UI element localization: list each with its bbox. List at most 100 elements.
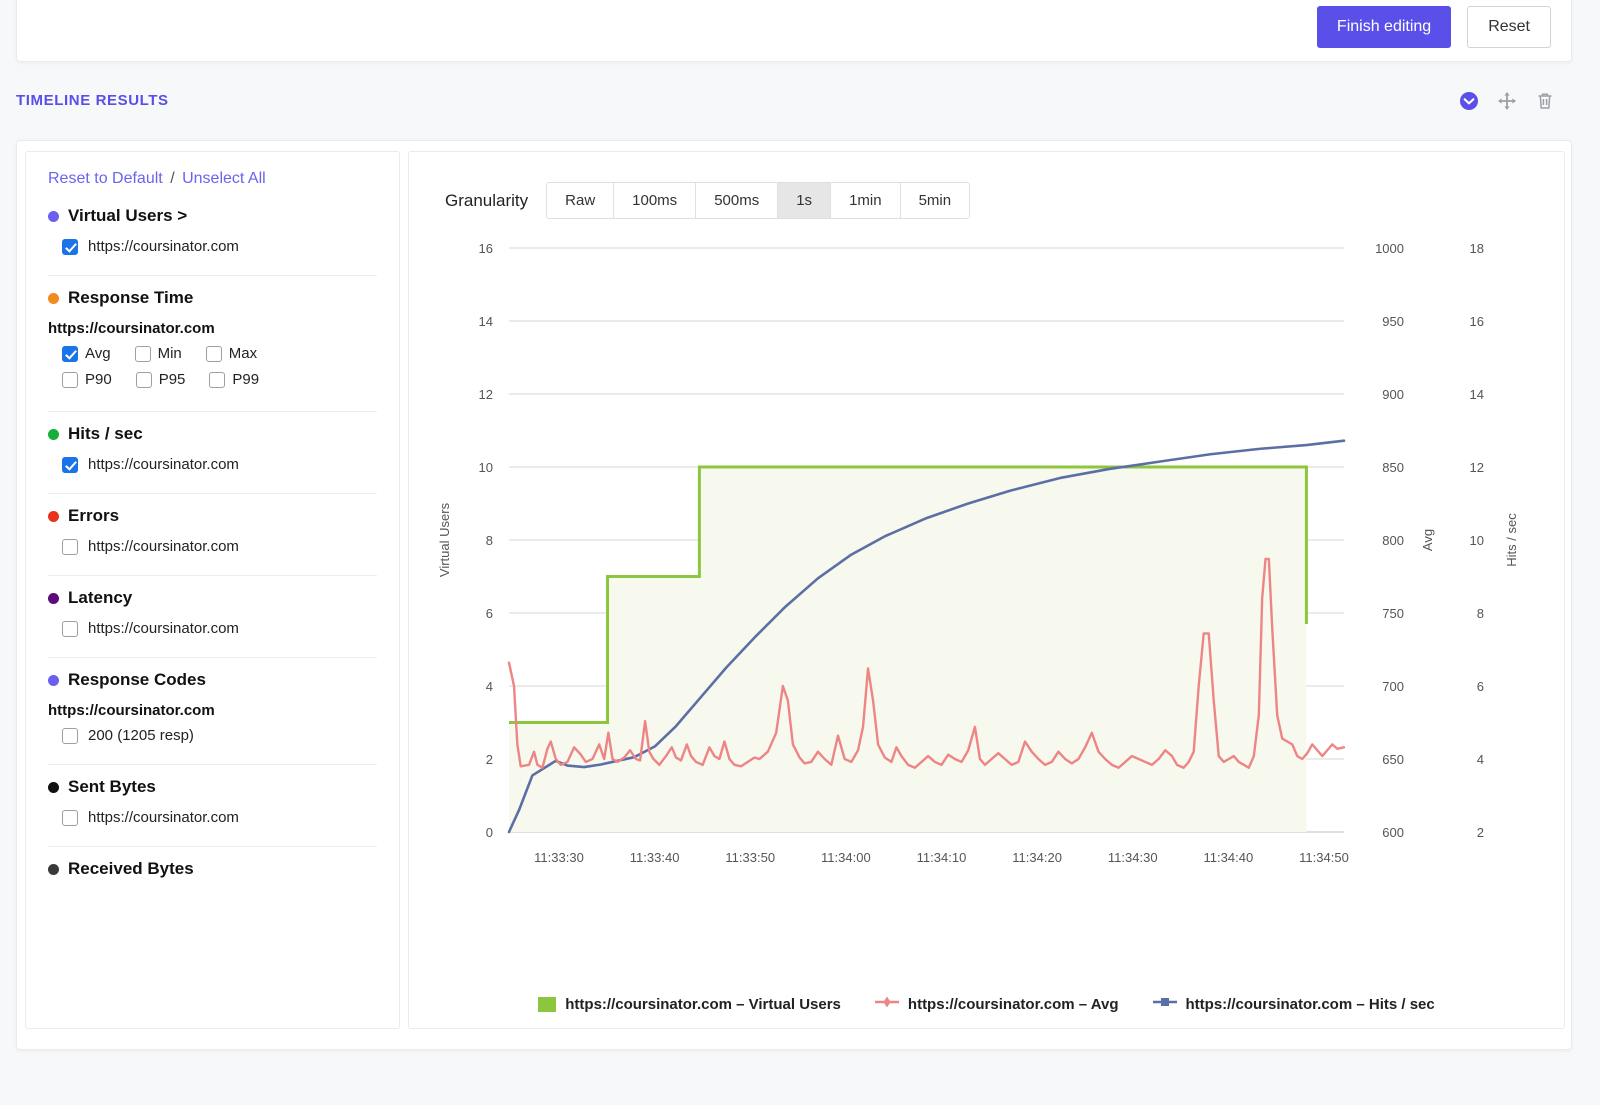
list-item-label: P95 — [158, 371, 186, 388]
legend-item-virtual-users[interactable]: https://coursinator.com – Virtual Users — [538, 996, 841, 1013]
group-title: Virtual Users > — [48, 206, 377, 226]
selector-actions: Reset to Default / Unselect All — [48, 170, 377, 188]
granularity-segmented-control: Raw 100ms 500ms 1s 1min 5min — [546, 182, 971, 219]
granularity-option-1s[interactable]: 1s — [778, 183, 832, 218]
svg-text:Avg: Avg — [1420, 529, 1435, 551]
list-item[interactable]: https://coursinator.com — [62, 238, 377, 255]
checkbox-avg[interactable] — [62, 345, 78, 362]
list-item[interactable]: Avg — [62, 345, 111, 362]
sent-bytes-color-dot — [48, 781, 59, 793]
group-title: Response Time — [48, 288, 377, 308]
timeline-chart: 0 600 2 2 650 4 4 700 6 6 750 8 8 800 10 10 850 12 12 900 14… — [409, 230, 1564, 1010]
checkbox-hits-host[interactable] — [62, 456, 78, 473]
errors-color-dot — [48, 510, 59, 522]
series-group-virtual-users: Virtual Users > https://coursinator.com — [48, 206, 377, 276]
reset-to-default-link[interactable]: Reset to Default — [48, 170, 163, 187]
svg-text:11:33:40: 11:33:40 — [630, 850, 680, 865]
list-item[interactable]: Min — [134, 345, 182, 362]
checkbox-p99[interactable] — [209, 371, 226, 388]
timeline-results-panel: Reset to Default / Unselect All Virtual … — [16, 140, 1572, 1050]
svg-text:Hits / sec: Hits / sec — [1504, 513, 1519, 567]
group-title: Latency — [48, 588, 377, 608]
list-item[interactable]: P99 — [209, 371, 259, 388]
list-item[interactable]: P90 — [62, 371, 112, 388]
svg-text:10: 10 — [479, 460, 493, 475]
granularity-option-1min[interactable]: 1min — [831, 183, 901, 218]
list-item[interactable]: P95 — [135, 371, 186, 388]
group-label: Response Codes — [68, 670, 206, 689]
series-group-response-time: Response Time https://coursinator.com Av… — [48, 288, 377, 412]
svg-text:11:33:30: 11:33:30 — [534, 850, 584, 865]
response-time-row-1: Avg Min Max — [62, 345, 377, 362]
checkbox-errors-host[interactable] — [62, 538, 78, 555]
series-selector-sidebar: Reset to Default / Unselect All Virtual … — [25, 151, 400, 1029]
group-label: Hits / sec — [68, 424, 143, 443]
svg-text:11:34:40: 11:34:40 — [1204, 850, 1254, 865]
list-item[interactable]: https://coursinator.com — [62, 809, 377, 826]
list-item[interactable]: 200 (1205 resp) — [62, 727, 377, 744]
checkbox-p95[interactable] — [135, 371, 152, 388]
svg-text:650: 650 — [1382, 752, 1404, 767]
series-group-response-codes: Response Codes https://coursinator.com 2… — [48, 670, 377, 765]
list-item-label: https://coursinator.com — [88, 238, 239, 255]
svg-text:11:34:10: 11:34:10 — [917, 850, 967, 865]
trash-icon[interactable] — [1534, 90, 1556, 112]
series-group-received-bytes: Received Bytes — [48, 859, 377, 905]
svg-text:11:34:50: 11:34:50 — [1299, 850, 1349, 865]
granularity-option-500ms[interactable]: 500ms — [696, 183, 779, 218]
legend-item-hits-per-sec[interactable]: https://coursinator.com – Hits / sec — [1152, 995, 1435, 1014]
checkbox-virtual-users-host[interactable] — [62, 238, 78, 255]
granularity-option-5min[interactable]: 5min — [900, 183, 970, 218]
reset-button[interactable]: Reset — [1467, 5, 1551, 48]
list-item[interactable]: https://coursinator.com — [62, 538, 377, 555]
list-item-label: https://coursinator.com — [88, 456, 239, 473]
checkbox-response-code-200[interactable] — [62, 727, 78, 744]
group-label: Sent Bytes — [68, 777, 156, 796]
list-item[interactable]: Max — [205, 345, 257, 362]
svg-text:11:34:20: 11:34:20 — [1012, 850, 1062, 865]
granularity-option-raw[interactable]: Raw — [547, 183, 615, 218]
granularity-option-100ms[interactable]: 100ms — [614, 183, 697, 218]
chevron-down-circle-icon[interactable] — [1458, 90, 1480, 112]
response-time-color-dot — [48, 292, 59, 304]
series-group-hits-per-sec: Hits / sec https://coursinator.com — [48, 424, 377, 494]
granularity-label: Granularity — [445, 190, 529, 210]
chart-area: Granularity Raw 100ms 500ms 1s 1min 5min… — [408, 151, 1565, 1029]
checkbox-max[interactable] — [205, 345, 222, 362]
list-item[interactable]: https://coursinator.com — [62, 456, 377, 473]
legend-marker-plus-square — [1152, 995, 1177, 1014]
svg-text:6: 6 — [486, 606, 493, 621]
unselect-all-link[interactable]: Unselect All — [182, 170, 266, 187]
list-item-label: https://coursinator.com — [88, 620, 239, 637]
checkbox-p90[interactable] — [62, 371, 78, 388]
legend-label: https://coursinator.com – Avg — [907, 996, 1119, 1013]
legend-item-avg[interactable]: https://coursinator.com – Avg — [874, 995, 1119, 1014]
response-codes-color-dot — [48, 674, 59, 686]
checkbox-min[interactable] — [134, 345, 151, 362]
list-item[interactable]: https://coursinator.com — [62, 620, 377, 637]
timeline-results-page: Finish editing Reset TIMELINE RESULTS Re… — [0, 0, 1600, 1105]
move-icon[interactable] — [1496, 90, 1518, 112]
page-title: TIMELINE RESULTS — [16, 92, 169, 109]
group-host-label: https://coursinator.com — [48, 702, 215, 719]
svg-text:Virtual Users: Virtual Users — [437, 502, 452, 577]
timeline-chart-svg[interactable]: 0 600 2 2 650 4 4 700 6 6 750 8 8 800 10 10 850 12 12 900 14… — [409, 230, 1559, 930]
group-title: Sent Bytes — [48, 777, 377, 797]
series-group-errors: Errors https://coursinator.com — [48, 506, 377, 576]
series-group-sent-bytes: Sent Bytes https://coursinator.com — [48, 777, 377, 847]
group-title: Hits / sec — [48, 424, 377, 444]
checkbox-sent-bytes-host[interactable] — [62, 809, 78, 826]
response-time-row-2: P90 P95 P99 — [62, 371, 377, 388]
svg-text:10: 10 — [1470, 533, 1484, 548]
group-label: Errors — [68, 506, 120, 525]
chart-legend: https://coursinator.com – Virtual Users … — [409, 995, 1564, 1014]
svg-text:850: 850 — [1382, 460, 1404, 475]
svg-text:900: 900 — [1382, 387, 1404, 402]
svg-text:600: 600 — [1382, 825, 1404, 840]
virtual-users-color-dot — [48, 210, 59, 222]
list-item-label: https://coursinator.com — [88, 809, 239, 826]
list-item-label: P99 — [232, 371, 260, 388]
finish-editing-button[interactable]: Finish editing — [1316, 5, 1452, 48]
svg-text:2: 2 — [486, 752, 493, 767]
checkbox-latency-host[interactable] — [62, 620, 78, 637]
